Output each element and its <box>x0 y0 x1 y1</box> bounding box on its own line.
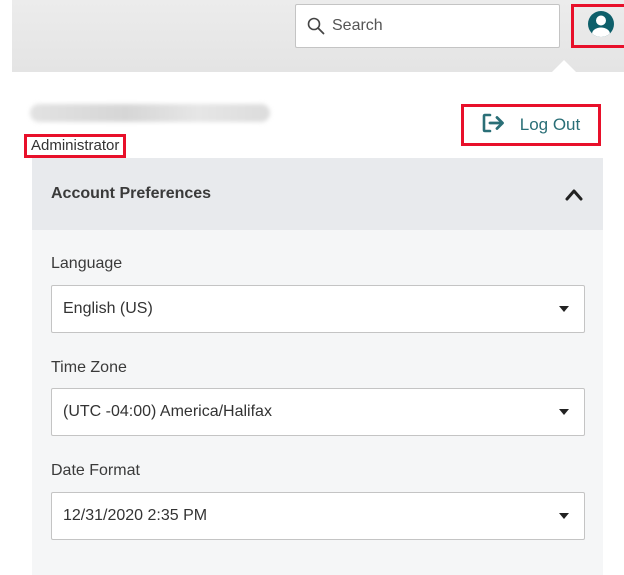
account-preferences-header[interactable]: Account Preferences <box>32 158 603 230</box>
time-zone-label: Time Zone <box>51 359 127 376</box>
logout-label: Log Out <box>519 115 581 134</box>
caret-down-icon <box>559 513 569 519</box>
account-preferences-panel: Account Preferences Language English (US… <box>32 158 603 575</box>
account-preferences-title: Account Preferences <box>51 185 212 202</box>
user-circle-icon <box>587 10 615 43</box>
language-select-value: English (US) <box>63 300 153 317</box>
logout-button[interactable]: Log Out <box>461 104 601 146</box>
language-select[interactable]: English (US) <box>51 285 585 333</box>
language-label: Language <box>51 255 123 272</box>
user-email-redacted <box>30 104 270 122</box>
time-zone-select[interactable]: (UTC -04:00) America/Halifax <box>51 388 585 436</box>
time-zone-select-value: (UTC -04:00) America/Halifax <box>63 403 272 420</box>
chevron-up-icon <box>565 189 583 201</box>
date-format-select[interactable]: 12/31/2020 2:35 PM <box>51 492 585 540</box>
caret-down-icon <box>559 409 569 415</box>
user-avatar-button[interactable] <box>571 4 624 48</box>
date-format-select-value: 12/31/2020 2:35 PM <box>63 507 208 524</box>
sign-out-icon <box>482 113 506 138</box>
caret-down-icon <box>559 306 569 312</box>
search-icon <box>306 16 326 36</box>
top-bar <box>12 0 624 72</box>
search-input[interactable] <box>332 17 542 35</box>
dropdown-pointer <box>551 60 577 73</box>
user-role-label: Administrator <box>24 134 127 158</box>
date-format-label: Date Format <box>51 462 140 479</box>
search-box[interactable] <box>295 4 560 48</box>
